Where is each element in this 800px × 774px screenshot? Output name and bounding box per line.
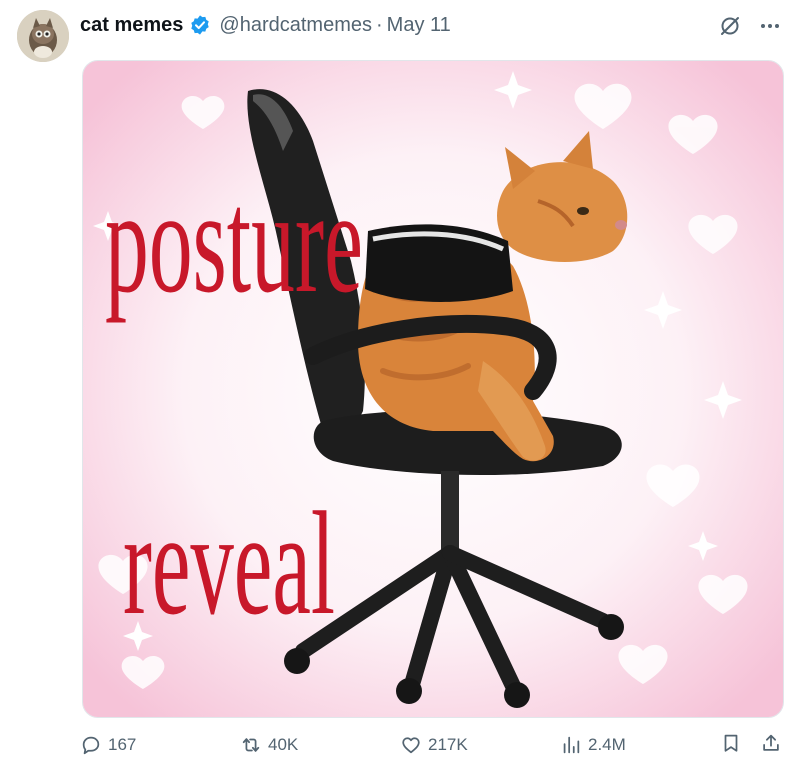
post-header: cat memes @hardcatmemes · May 11 [80,12,451,38]
share-icon [763,734,779,751]
bookmark-button[interactable] [720,732,742,754]
views-button[interactable]: 2.4M [560,732,626,758]
author-name[interactable]: cat memes [80,12,183,38]
post-media[interactable]: posture reveal [82,60,784,718]
post-date[interactable]: May 11 [387,12,451,38]
reply-count: 167 [108,735,137,754]
grok-icon[interactable] [718,14,742,38]
repost-icon [242,738,260,752]
meme-image: posture reveal [83,61,783,717]
post-actions-bar: 167 40K 217K 2.4M [80,732,780,760]
bookmark-icon [724,734,738,752]
post-top-actions [718,14,782,38]
avatar[interactable] [17,10,69,62]
share-button[interactable] [760,732,782,754]
meme-caption-line-1: posture [105,160,363,324]
reply-icon [82,736,100,755]
like-icon [402,737,420,754]
more-icon[interactable] [758,14,782,38]
repost-button[interactable]: 40K [240,732,298,758]
verified-badge-icon [191,15,210,35]
repost-count: 40K [268,735,299,754]
meme-caption-line-2: reveal [123,482,335,646]
views-icon [563,736,580,754]
author-handle[interactable]: @hardcatmemes [219,12,372,38]
reply-button[interactable]: 167 [80,732,136,758]
avatar-cat-image [17,10,69,62]
view-count: 2.4M [588,735,626,754]
like-count: 217K [428,735,468,754]
separator-dot: · [375,14,383,36]
like-button[interactable]: 217K [400,732,468,758]
